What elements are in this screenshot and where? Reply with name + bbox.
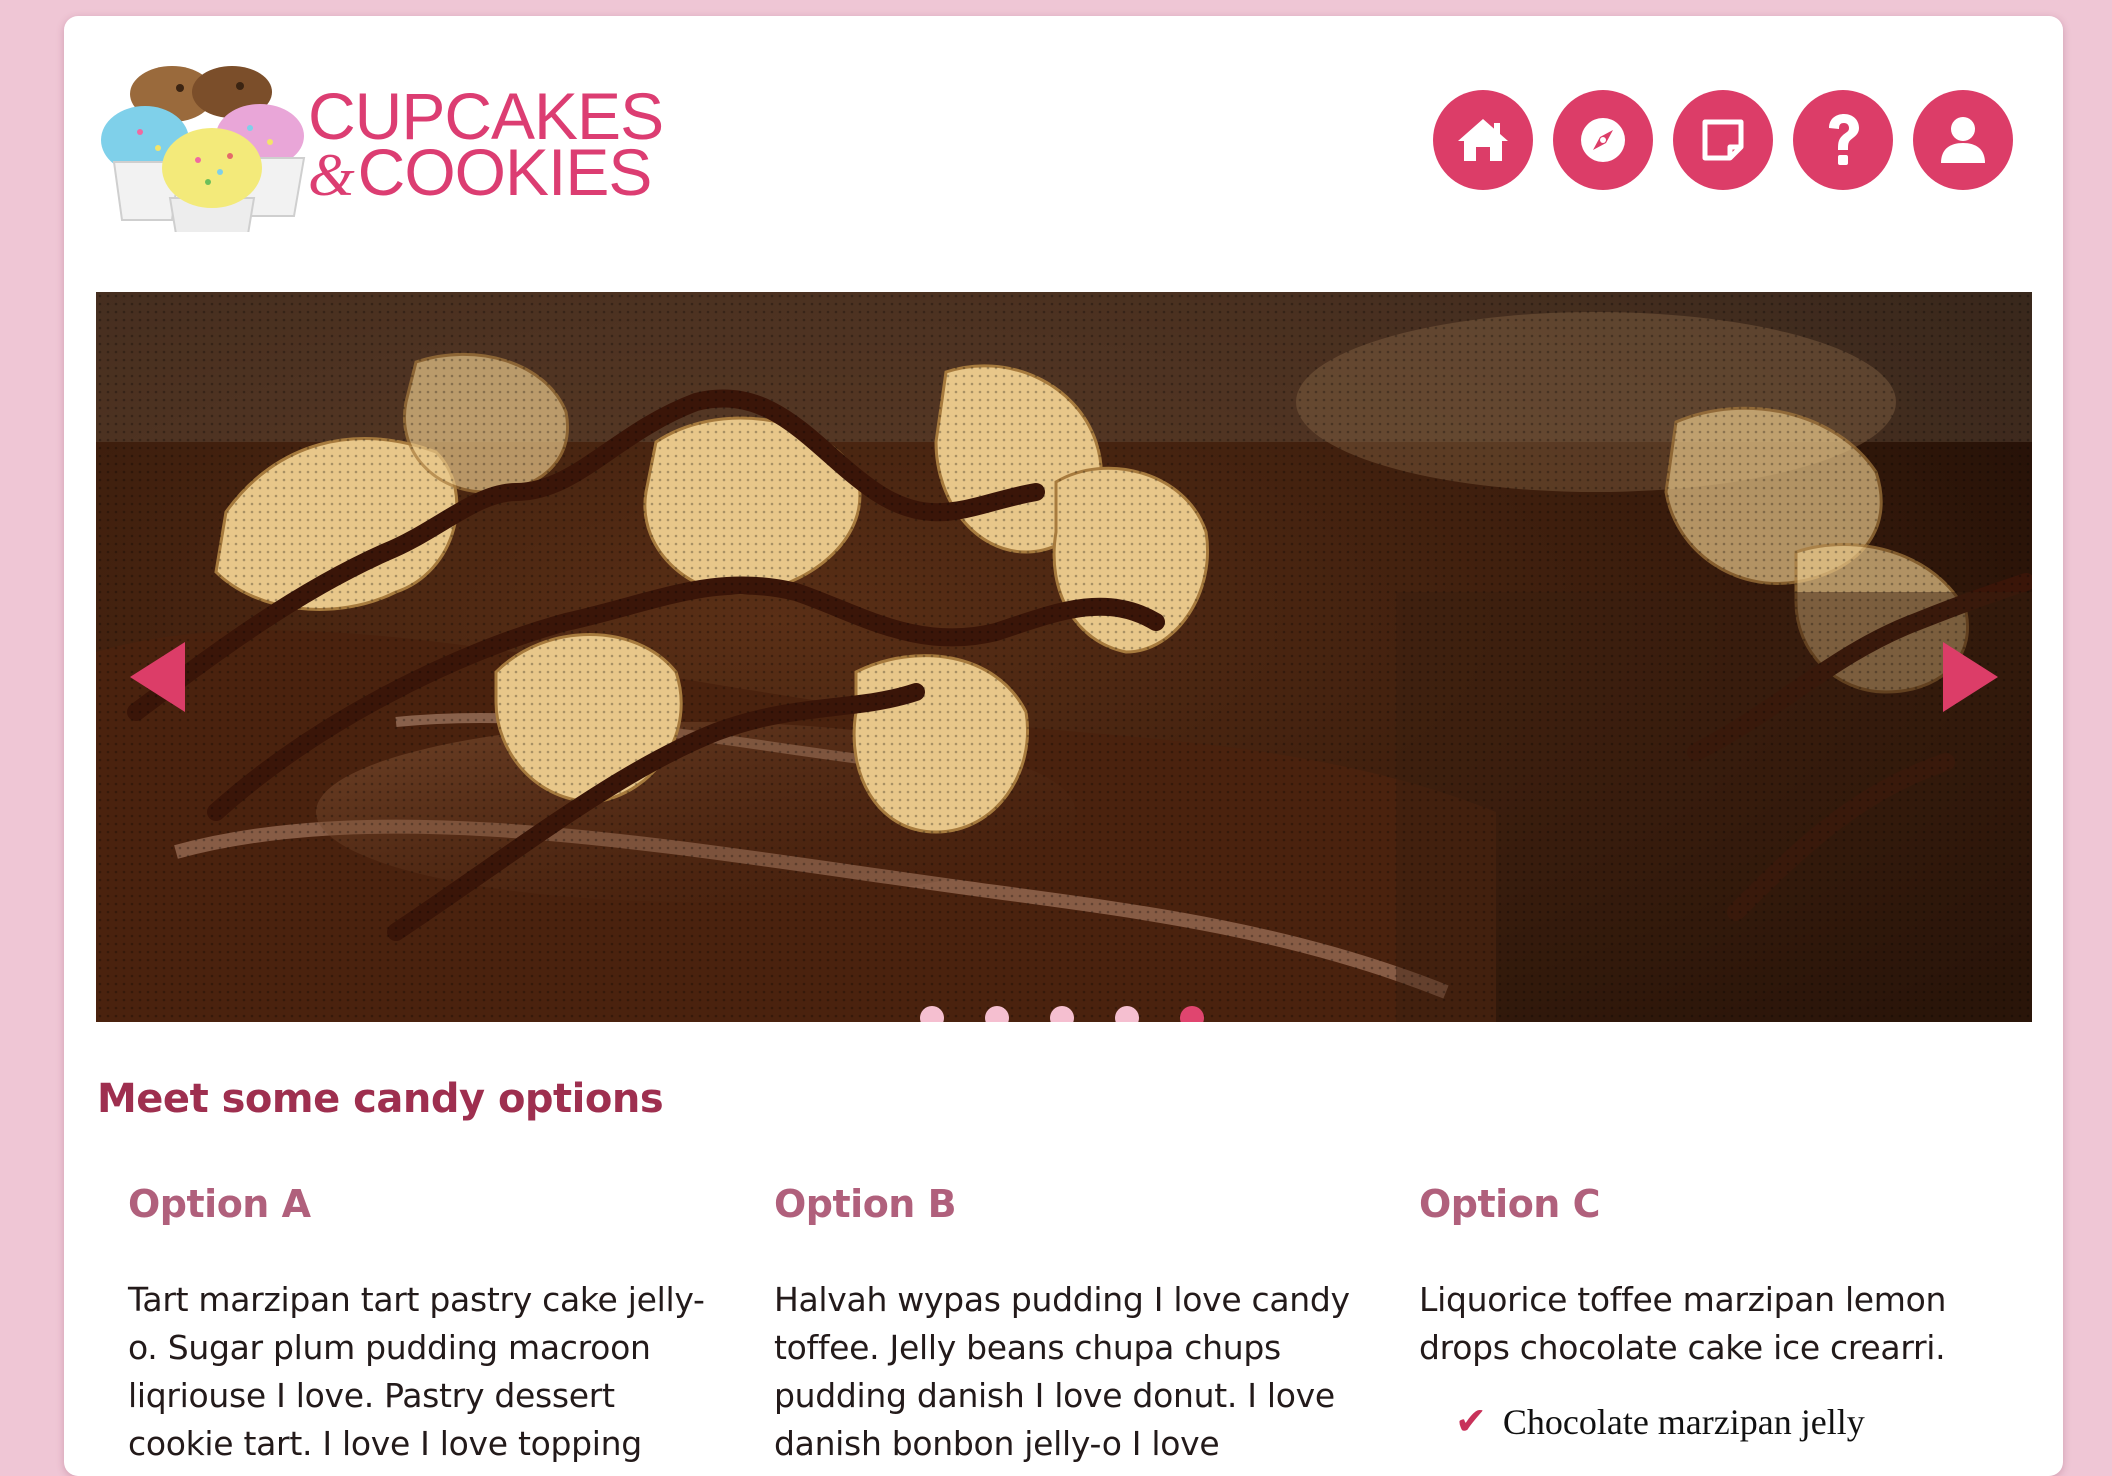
option-a-column: Option A Tart marzipan tart pastry cake … xyxy=(128,1182,708,1468)
brand-line-2-text: COOKIES xyxy=(357,135,653,209)
option-a-title: Option A xyxy=(128,1182,311,1226)
option-c-list: ✔ Chocolate marzipan jelly xyxy=(1419,1398,1999,1446)
user-icon xyxy=(1941,117,1985,163)
option-b-title: Option B xyxy=(774,1182,957,1226)
home-button[interactable] xyxy=(1433,90,1533,190)
note-icon xyxy=(1702,119,1744,161)
help-icon xyxy=(1829,114,1859,165)
list-item-label: Chocolate marzipan jelly xyxy=(1502,1402,1865,1442)
carousel-dot-1[interactable] xyxy=(920,1006,944,1022)
cupcakes-logo-icon xyxy=(101,66,306,232)
brand-line-2: &COOKIES xyxy=(308,139,663,205)
option-c-title: Option C xyxy=(1419,1182,1600,1226)
option-b-column: Option B Halvah wypas pudding I love can… xyxy=(774,1182,1354,1468)
checkmark-icon: ✔ xyxy=(1455,1401,1487,1443)
logo[interactable]: CUPCAKES &COOKIES xyxy=(100,52,680,232)
carousel-dot-3[interactable] xyxy=(1050,1006,1074,1022)
explore-button[interactable] xyxy=(1553,90,1653,190)
home-icon xyxy=(1458,119,1508,161)
brand-ampersand: & xyxy=(308,142,355,208)
notes-button[interactable] xyxy=(1673,90,1773,190)
help-button[interactable] xyxy=(1793,90,1893,190)
carousel-slide-image xyxy=(96,292,2032,1022)
carousel-dot-5[interactable] xyxy=(1180,1006,1204,1022)
account-button[interactable] xyxy=(1913,90,2013,190)
compass-icon xyxy=(1581,118,1625,162)
carousel-next-button[interactable] xyxy=(1938,642,1998,712)
option-b-text: Halvah wypas pudding I love candy toffee… xyxy=(774,1280,1350,1463)
hero-carousel[interactable] xyxy=(96,292,2032,1022)
main-nav xyxy=(1433,90,2013,190)
list-item: ✔ Chocolate marzipan jelly xyxy=(1455,1398,1999,1446)
page-card: CUPCAKES &COOKIES Meet some candy option… xyxy=(64,16,2063,1476)
option-c-text: Liquorice toffee marzipan lemon drops ch… xyxy=(1419,1280,1947,1367)
carousel-dot-4[interactable] xyxy=(1115,1006,1139,1022)
option-a-text: Tart marzipan tart pastry cake jelly-o. … xyxy=(128,1280,705,1463)
carousel-indicators xyxy=(920,1006,1204,1022)
option-c-column: Option C Liquorice toffee marzipan lemon… xyxy=(1419,1182,1999,1446)
section-title: Meet some candy options xyxy=(97,1076,664,1122)
brand-name: CUPCAKES &COOKIES xyxy=(308,83,664,205)
carousel-dot-2[interactable] xyxy=(985,1006,1009,1022)
carousel-prev-button[interactable] xyxy=(130,642,190,712)
